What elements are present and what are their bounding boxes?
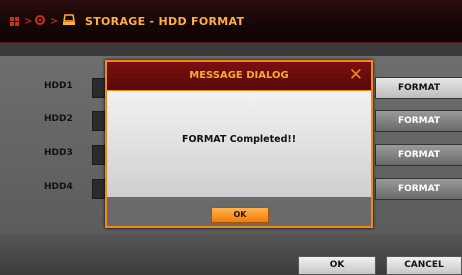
title-bar: > > STORAGE - HDD FORMAT (0, 0, 462, 43)
message-dialog: MESSAGE DIALOG ✕ FORMAT Completed!! OK (105, 60, 373, 228)
dialog-ok-button[interactable]: OK (211, 207, 269, 223)
drive-label: HDD4 (44, 182, 73, 192)
gear-icon[interactable] (34, 14, 46, 29)
bottom-bar: OK CANCEL (0, 234, 462, 275)
close-icon[interactable]: ✕ (349, 65, 363, 85)
dialog-message: FORMAT Completed!! (181, 134, 297, 145)
format-button[interactable]: FORMAT (375, 77, 462, 99)
dialog-footer: OK (107, 197, 371, 226)
cancel-button[interactable]: CANCEL (386, 256, 462, 275)
dialog-body: FORMAT Completed!! (107, 91, 371, 197)
format-button[interactable]: FORMAT (375, 144, 462, 166)
storage-icon (62, 13, 76, 29)
drive-label: HDD3 (44, 148, 73, 158)
breadcrumb-separator: > (24, 16, 33, 27)
drive-label: HDD2 (44, 114, 73, 124)
format-button[interactable]: FORMAT (375, 178, 462, 200)
breadcrumb-separator: > (50, 16, 59, 27)
dialog-title-bar: MESSAGE DIALOG ✕ (107, 62, 371, 91)
dialog-title: MESSAGE DIALOG (189, 70, 289, 81)
menu-grid-icon[interactable] (10, 17, 20, 27)
drive-label: HDD1 (44, 81, 73, 91)
format-button[interactable]: FORMAT (375, 110, 462, 132)
page-title: STORAGE - HDD FORMAT (85, 15, 245, 28)
ok-button[interactable]: OK (298, 256, 376, 275)
